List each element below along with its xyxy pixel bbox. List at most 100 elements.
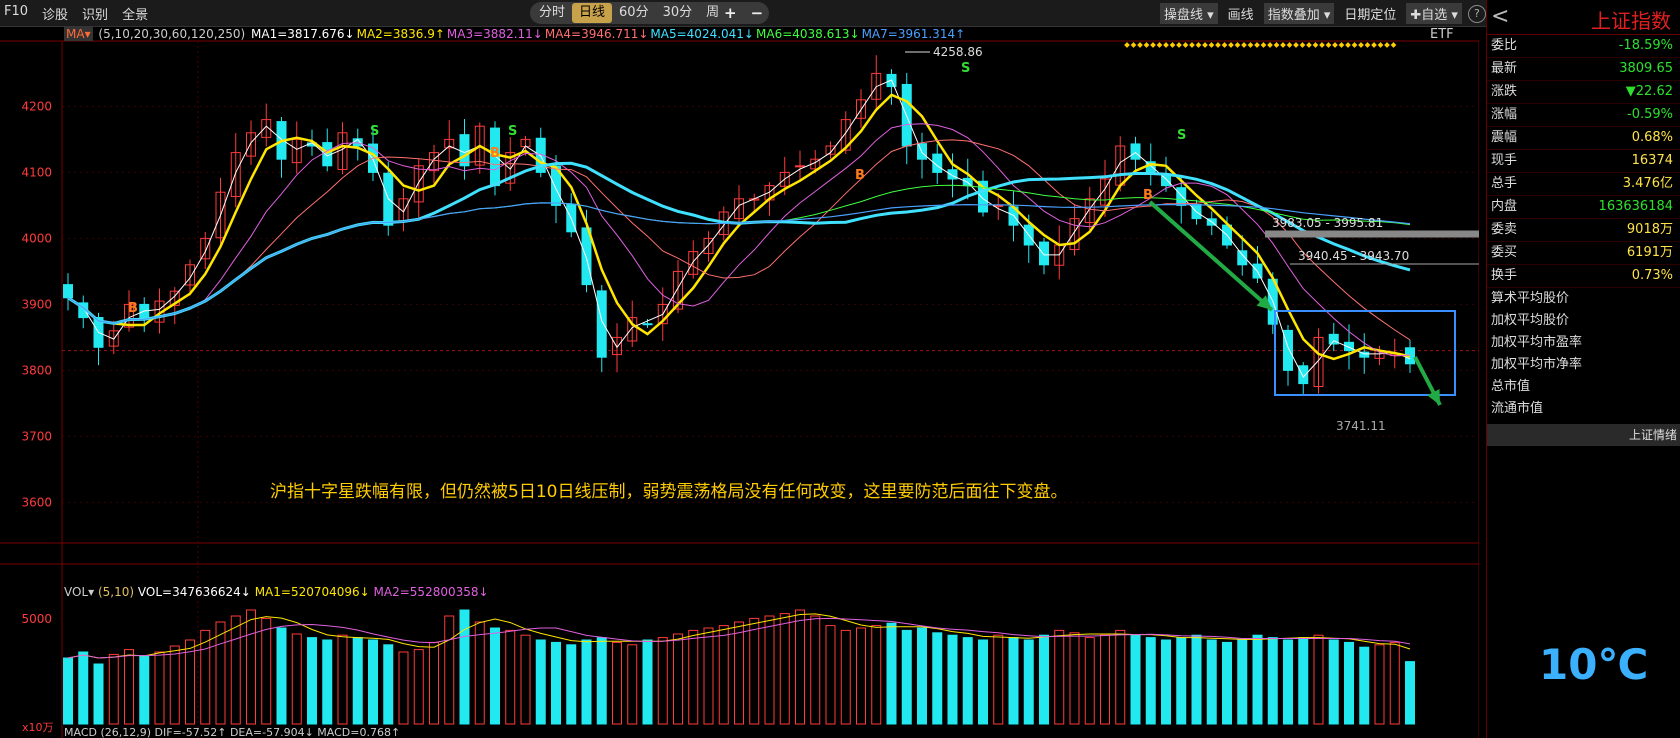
zoom-out-button[interactable]: − <box>751 4 764 22</box>
ma-value-3: MA3=3882.11↓ <box>446 27 543 41</box>
period-intraday[interactable]: 分时 <box>532 3 572 23</box>
extra-stats: 算术平均股价 加权平均股价 加权平均市盈率 加权平均市净率 总市值 流通市值 <box>1487 288 1680 420</box>
candle-body <box>1298 365 1309 385</box>
stat-link[interactable]: 加权平均市盈率 <box>1487 332 1680 354</box>
etf-label[interactable]: ETF <box>1430 27 1454 42</box>
help-icon[interactable]: ? <box>1467 4 1486 23</box>
stat-link[interactable]: 流通市值 <box>1487 398 1680 420</box>
period-60min[interactable]: 60分 <box>612 3 656 23</box>
index-overlay-menu[interactable]: 指数叠加 ▾ <box>1263 3 1335 24</box>
signal-diamond <box>1260 42 1267 48</box>
volume-bar <box>1374 644 1385 725</box>
period-30min[interactable]: 30分 <box>656 3 700 23</box>
operation-line-menu[interactable]: 操盘线 ▾ <box>1160 3 1218 24</box>
watchlist-menu[interactable]: ✚自选 ▾ <box>1406 3 1462 24</box>
stat-value: 6191万 <box>1626 245 1673 260</box>
volume-bar <box>1054 629 1065 725</box>
stat-link[interactable]: 算术平均股价 <box>1487 288 1680 310</box>
volume-bar <box>673 633 683 725</box>
stat-value: 0.68% <box>1631 130 1673 145</box>
signal-diamond <box>1325 42 1332 48</box>
vol-ma2: MA2=552800358↓ <box>373 585 489 599</box>
volume-bar <box>1405 661 1415 725</box>
volume-bar <box>886 622 897 725</box>
volume-bar <box>901 629 912 725</box>
trade-signal: S <box>370 124 379 139</box>
candle-body <box>947 169 958 180</box>
draw-line-button[interactable]: 画线 <box>1224 3 1258 24</box>
candle-body <box>459 134 470 167</box>
identify-button[interactable]: 识别 <box>82 4 108 23</box>
ma-values: MA1=3817.676↓ MA2=3836.9↑ MA3=3882.11↓ MA4=… <box>251 27 967 41</box>
volume-bar <box>459 609 470 725</box>
volume-bar <box>657 637 668 725</box>
sentiment-tab[interactable]: 上证情绪 <box>1487 424 1680 446</box>
volume-bar <box>825 625 836 725</box>
y-tick-label: 3800 <box>21 363 52 377</box>
vol-selector[interactable]: VOL▾ <box>64 585 94 599</box>
volume-bar <box>734 621 744 725</box>
panorama-button[interactable]: 全景 <box>122 4 148 23</box>
stat-value: 3.476亿 <box>1622 176 1673 191</box>
period-daily[interactable]: 日线 <box>572 3 613 23</box>
volume-bar <box>642 639 653 725</box>
date-locate-button[interactable]: 日期定位 <box>1340 3 1400 24</box>
volume-bar <box>154 651 165 725</box>
stat-link[interactable]: 加权平均股价 <box>1487 310 1680 332</box>
trade-signal: B <box>855 168 865 183</box>
stat-value: 163636184 <box>1598 199 1673 214</box>
right-tools: 操盘线 ▾ 画线 指数叠加 ▾ 日期定位 ✚自选 ▾ ? ✕ <box>1160 3 1505 24</box>
signal-diamond <box>1384 42 1390 48</box>
volume-bar <box>337 634 348 725</box>
signal-diamond <box>1377 42 1384 48</box>
vol-unit-label: x10万 <box>22 721 54 734</box>
zoom-in-button[interactable]: + <box>724 4 737 22</box>
diagnose-button[interactable]: 诊股 <box>42 4 68 23</box>
stat-row: 现手 16374 <box>1487 150 1680 173</box>
volume-bar <box>856 627 866 725</box>
signal-diamond <box>1247 42 1254 48</box>
volume-bar <box>93 663 104 725</box>
volume-bar <box>764 615 775 725</box>
signal-diamond <box>1306 42 1312 48</box>
volume-bar <box>108 653 119 725</box>
stat-label: 委卖 <box>1491 222 1518 237</box>
high-price-label: 4258.86 <box>933 45 983 59</box>
f10-button[interactable]: F10 <box>4 4 28 23</box>
volume-bar <box>1100 634 1110 725</box>
signal-diamond <box>1163 42 1169 48</box>
signal-diamond <box>1351 42 1358 48</box>
volume-bar <box>810 615 821 725</box>
volume-bar <box>1206 639 1217 725</box>
volume-legend: VOL▾ (5,10) VOL=347636624↓ MA1=520704096… <box>64 585 489 599</box>
index-name: 上证指数 <box>1591 9 1671 33</box>
kline-chart[interactable]: 3600 3700 3800 3900 4000 4100 4200 5000 x10万 4258… <box>0 27 1479 738</box>
trade-signal: B <box>128 301 138 316</box>
volume-bar <box>78 651 89 725</box>
signal-diamond <box>1176 42 1182 48</box>
candle-body <box>596 290 607 358</box>
back-icon[interactable]: < <box>1491 4 1509 29</box>
stat-value: -0.59% <box>1627 107 1673 122</box>
signal-diamond <box>1130 42 1137 48</box>
candle-body <box>1130 143 1141 160</box>
volume-bar <box>566 644 577 725</box>
signal-diamond <box>1137 42 1143 48</box>
stat-link[interactable]: 加权平均市净率 <box>1487 354 1680 376</box>
signal-diamond <box>1189 42 1195 48</box>
volume-bar <box>1359 646 1370 725</box>
volume-bar <box>840 629 851 725</box>
volume-bar <box>368 639 378 725</box>
signal-diamond <box>1202 42 1208 48</box>
stat-row: 最新 3809.65 <box>1487 58 1680 81</box>
ma-line-ma10 <box>67 93 1411 361</box>
ma-selector[interactable]: MA▾ <box>64 27 93 41</box>
stat-link[interactable]: 总市值 <box>1487 376 1680 398</box>
volume-bar <box>474 621 485 725</box>
stat-label: 涨跌 <box>1491 84 1518 99</box>
trade-signal: B <box>490 146 500 161</box>
stat-row: 委比 -18.59% <box>1487 35 1680 58</box>
stat-value: 3809.65 <box>1619 61 1673 76</box>
stat-value: 9018万 <box>1626 222 1673 237</box>
trade-signal: B <box>1143 188 1153 203</box>
